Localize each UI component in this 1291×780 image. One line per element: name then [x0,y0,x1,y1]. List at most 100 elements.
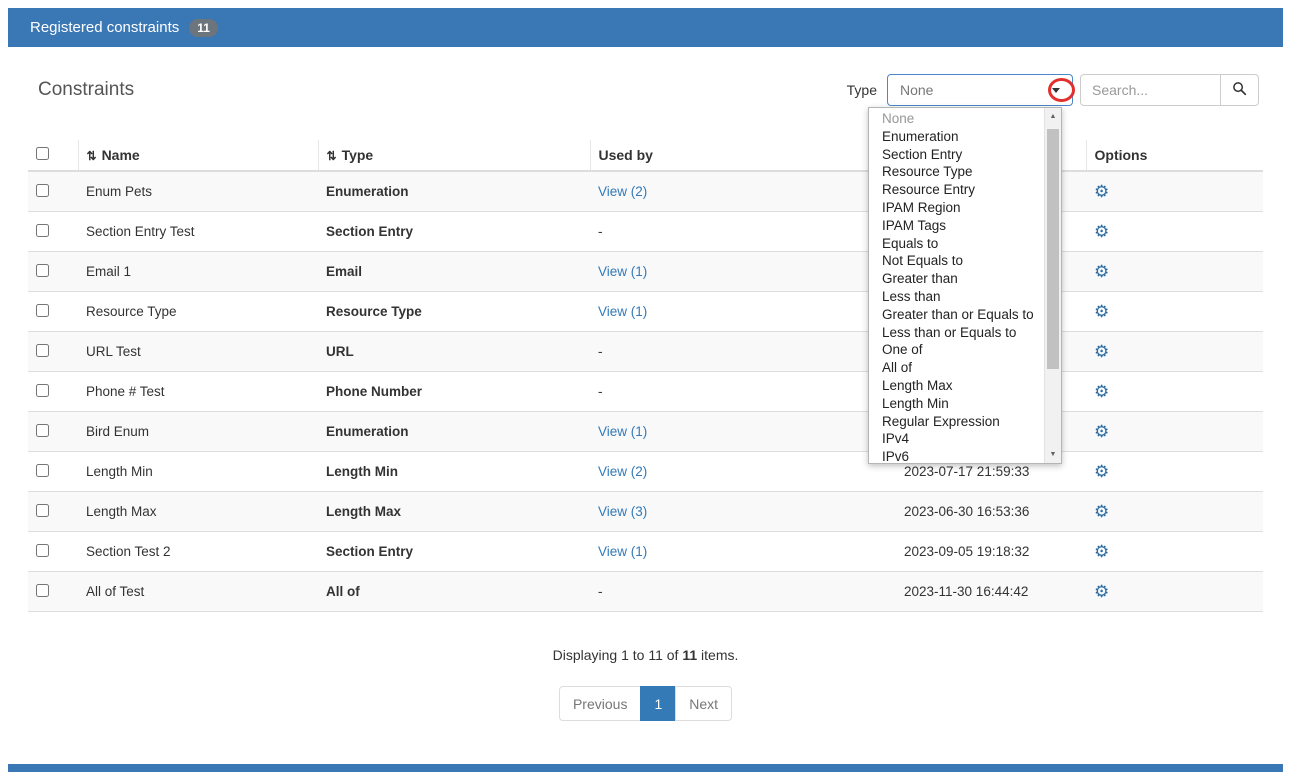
gear-icon[interactable]: ⚙ [1094,382,1109,401]
constraint-type: Section Entry [318,532,590,572]
constraint-type: Enumeration [318,171,590,212]
previous-page-button[interactable]: Previous [559,686,641,721]
options-cell: ⚙ [1086,492,1263,532]
used-by-link[interactable]: View (3) [598,504,647,519]
constraint-type: All of [318,572,590,612]
type-dropdown-option[interactable]: IPAM Tags [869,217,1044,235]
row-checkbox[interactable] [36,584,49,597]
constraints-page: Registered constraints 11 Constraints Ty… [8,8,1283,772]
type-dropdown-option[interactable]: Regular Expression [869,413,1044,431]
constraint-name: Phone # Test [78,372,318,412]
caret-down-icon [1052,88,1060,93]
row-checkbox[interactable] [36,464,49,477]
type-dropdown-option[interactable]: All of [869,359,1044,377]
gear-icon[interactable]: ⚙ [1094,262,1109,281]
search-icon [1232,81,1247,99]
row-checkbox[interactable] [36,424,49,437]
type-dropdown-option[interactable]: IPAM Region [869,199,1044,217]
used-by-cell: - [590,372,896,412]
gear-icon[interactable]: ⚙ [1094,422,1109,441]
next-page-button[interactable]: Next [675,686,732,721]
search-button[interactable] [1221,74,1259,106]
type-select[interactable]: None [887,74,1073,106]
row-checkbox-cell [28,212,78,252]
header-type[interactable]: ⇅Type [318,140,590,171]
gear-icon[interactable]: ⚙ [1094,342,1109,361]
used-by-cell: - [590,332,896,372]
table-row: Resource Type Resource Type View (1) ⚙ [28,292,1263,332]
type-dropdown-option[interactable]: Resource Entry [869,181,1044,199]
row-checkbox-cell [28,372,78,412]
search-input[interactable] [1080,74,1221,106]
row-checkbox-cell [28,332,78,372]
row-checkbox-cell [28,572,78,612]
type-dropdown-option[interactable]: Not Equals to [869,252,1044,270]
constraint-name: Length Max [78,492,318,532]
row-checkbox[interactable] [36,504,49,517]
constraint-type: Section Entry [318,212,590,252]
type-dropdown-option[interactable]: Length Min [869,395,1044,413]
gear-icon[interactable]: ⚙ [1094,582,1109,601]
sort-icon: ⇅ [327,149,337,163]
row-checkbox[interactable] [36,224,49,237]
sort-icon: ⇅ [87,149,97,163]
table-row: Bird Enum Enumeration View (1) ⚙ [28,412,1263,452]
select-all-checkbox[interactable] [36,147,49,160]
used-by-link[interactable]: View (2) [598,184,647,199]
used-by-cell: - [590,572,896,612]
type-dropdown-option[interactable]: One of [869,341,1044,359]
page-1-button[interactable]: 1 [640,686,676,721]
type-dropdown-option[interactable]: Enumeration [869,128,1044,146]
type-dropdown-option[interactable]: Greater than [869,270,1044,288]
gear-icon[interactable]: ⚙ [1094,462,1109,481]
header-name[interactable]: ⇅Name [78,140,318,171]
type-dropdown-option[interactable]: Length Max [869,377,1044,395]
constraint-name: Bird Enum [78,412,318,452]
updated-timestamp: 2023-09-05 19:18:32 [896,532,1086,572]
constraints-table: ⇅Name ⇅Type Used by Options Enum Pets En… [28,140,1263,612]
used-by-link[interactable]: View (1) [598,544,647,559]
row-checkbox[interactable] [36,384,49,397]
row-checkbox[interactable] [36,544,49,557]
used-by-link[interactable]: View (1) [598,304,647,319]
row-checkbox[interactable] [36,184,49,197]
type-dropdown-option[interactable]: Less than [869,288,1044,306]
search-group [1080,74,1259,106]
type-dropdown-option[interactable]: IPv6 [869,448,1044,463]
used-by-link[interactable]: View (1) [598,424,647,439]
gear-icon[interactable]: ⚙ [1094,182,1109,201]
type-dropdown-option[interactable]: Equals to [869,235,1044,253]
row-checkbox[interactable] [36,344,49,357]
type-select-value: None [900,82,933,98]
gear-icon[interactable]: ⚙ [1094,542,1109,561]
scrollbar-thumb[interactable] [1047,129,1059,369]
type-dropdown-option[interactable]: IPv4 [869,430,1044,448]
scrollbar-track[interactable] [1045,125,1061,446]
type-dropdown-option[interactable]: Resource Type [869,163,1044,181]
gear-icon[interactable]: ⚙ [1094,302,1109,321]
constraint-type: Email [318,252,590,292]
toolbar: Constraints Type None [8,47,1283,106]
row-checkbox[interactable] [36,264,49,277]
type-dropdown-option[interactable]: None [869,110,1044,128]
type-dropdown-option[interactable]: Less than or Equals to [869,324,1044,342]
type-dropdown-option[interactable]: Section Entry [869,146,1044,164]
dropdown-scrollbar: ▲ ▼ [1044,108,1061,463]
type-dropdown-option[interactable]: Greater than or Equals to [869,306,1044,324]
table-row: Phone # Test Phone Number - ⚙ [28,372,1263,412]
table-row: URL Test URL - ⚙ [28,332,1263,372]
gear-icon[interactable]: ⚙ [1094,222,1109,241]
used-by-link[interactable]: View (2) [598,464,647,479]
type-dropdown: NoneEnumerationSection EntryResource Typ… [868,107,1062,464]
header-options: Options [1086,140,1263,171]
options-cell: ⚙ [1086,212,1263,252]
scroll-up-icon[interactable]: ▲ [1045,108,1061,125]
gear-icon[interactable]: ⚙ [1094,502,1109,521]
used-by-cell: View (1) [590,252,896,292]
row-checkbox[interactable] [36,304,49,317]
used-by-cell: View (1) [590,532,896,572]
used-by-cell: View (2) [590,171,896,212]
scroll-down-icon[interactable]: ▼ [1045,446,1061,463]
used-by-link[interactable]: View (1) [598,264,647,279]
row-checkbox-cell [28,292,78,332]
